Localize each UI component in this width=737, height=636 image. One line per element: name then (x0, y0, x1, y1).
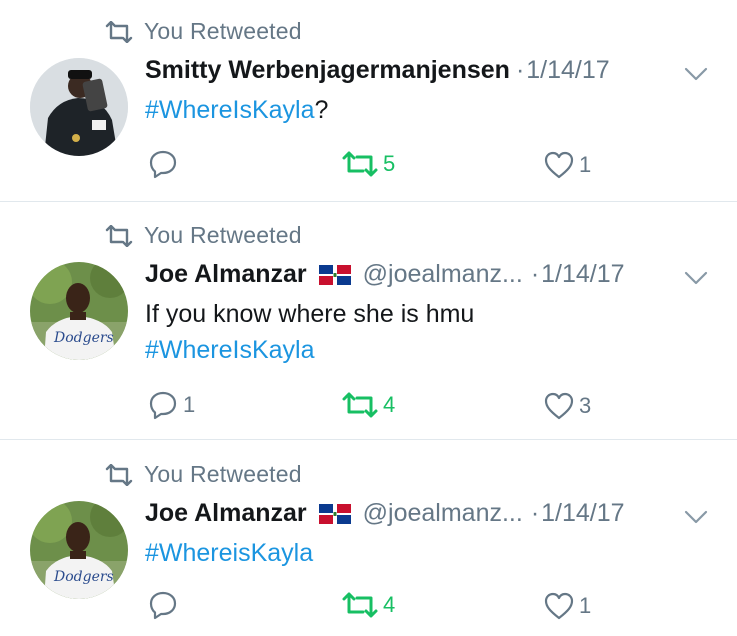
tweet-header: Smitty Werbenjagermanjensen · 1/14/17 (145, 56, 723, 85)
retweet-icon (105, 20, 133, 43)
retweet-icon (105, 224, 133, 247)
chevron-down-icon[interactable] (683, 509, 709, 525)
avatar[interactable]: Dodgers (30, 262, 128, 360)
reply-button[interactable] (147, 148, 183, 180)
retweet-count: 4 (383, 392, 396, 417)
hashtag-link[interactable]: #WhereIsKayla (145, 96, 315, 124)
reply-icon (149, 150, 177, 179)
display-name[interactable]: Joe Almanzar (145, 260, 307, 289)
reply-button[interactable]: 1 (147, 389, 195, 421)
retweet-icon (342, 392, 378, 418)
retweet-icon (105, 463, 133, 486)
chevron-down-icon[interactable] (683, 66, 709, 82)
tweet-date[interactable]: 1/14/17 (541, 499, 624, 528)
hashtag-link[interactable]: #WhereIsKayla (145, 336, 315, 364)
retweet-button[interactable]: 5 (341, 150, 395, 178)
tweet-actions: 5 1 (145, 145, 605, 185)
retweet-button[interactable]: 4 (341, 391, 395, 419)
tweet-date[interactable]: 1/14/17 (541, 260, 624, 289)
retweet-button[interactable]: 4 (341, 591, 395, 619)
avatar[interactable]: Dodgers (30, 501, 128, 599)
tweet-text: #WhereisKayla (145, 535, 313, 571)
tweet-actions: 4 1 (145, 586, 605, 626)
chevron-down-icon[interactable] (683, 270, 709, 286)
retweet-count: 4 (383, 592, 396, 617)
avatar-photo: Dodgers (30, 262, 128, 360)
retweet-context: You Retweeted (104, 18, 302, 45)
tweet-text-suffix: ? (314, 96, 329, 124)
retweet-context: You Retweeted (104, 222, 302, 249)
tweet[interactable]: You Retweeted Dodgers Joe Almanzar @joea… (0, 440, 737, 636)
tweet-text-line: If you know where she is hmu (145, 300, 475, 328)
reply-count: 1 (183, 392, 196, 417)
retweet-icon (342, 151, 378, 177)
like-button[interactable]: 3 (543, 391, 591, 421)
retweet-label: You Retweeted (144, 222, 302, 248)
like-count: 1 (579, 152, 592, 177)
tweet-actions: 1 4 3 (145, 386, 605, 426)
tweet-date[interactable]: 1/14/17 (526, 56, 609, 85)
separator-dot: · (530, 260, 540, 288)
dominican-flag-icon (318, 503, 351, 524)
separator-dot: · (530, 499, 540, 527)
reply-button[interactable] (147, 589, 183, 621)
like-count: 3 (579, 393, 592, 418)
dominican-flag-icon (318, 264, 351, 285)
tweet[interactable]: You Retweeted Smitty Werbenjagermanjense… (0, 0, 737, 202)
separator-dot: · (515, 56, 525, 84)
like-count: 1 (579, 593, 592, 618)
retweet-count: 5 (383, 151, 396, 176)
tweet[interactable]: You Retweeted Dodgers Joe Almanzar @joea… (0, 202, 737, 440)
reply-icon (149, 591, 177, 620)
heart-icon (544, 151, 574, 179)
display-name[interactable]: Smitty Werbenjagermanjensen (145, 56, 510, 85)
hashtag-link[interactable]: #WhereisKayla (145, 539, 313, 567)
like-button[interactable]: 1 (543, 591, 591, 621)
like-button[interactable]: 1 (543, 150, 591, 180)
display-name[interactable]: Joe Almanzar (145, 499, 307, 528)
avatar[interactable] (30, 58, 128, 156)
username[interactable]: @joealmanz... (363, 499, 523, 528)
svg-text:Dodgers: Dodgers (53, 330, 114, 346)
retweet-label: You Retweeted (144, 461, 302, 487)
tweet-text: If you know where she is hmu #WhereIsKay… (145, 296, 474, 368)
tweet-text: #WhereIsKayla? (145, 92, 328, 128)
tweet-header: Joe Almanzar @joealmanz... · 1/14/17 (145, 499, 723, 528)
svg-text:Dodgers: Dodgers (53, 569, 114, 585)
retweet-context: You Retweeted (104, 461, 302, 488)
reply-icon (149, 391, 177, 420)
heart-icon (544, 592, 574, 620)
avatar-photo: Dodgers (30, 501, 128, 599)
retweet-label: You Retweeted (144, 18, 302, 44)
tweet-header-row: Joe Almanzar @joealmanz... · 1/14/17 (145, 260, 723, 289)
heart-icon (544, 392, 574, 420)
username[interactable]: @joealmanz... (363, 260, 523, 289)
retweet-icon (342, 592, 378, 618)
avatar-photo (30, 58, 128, 156)
